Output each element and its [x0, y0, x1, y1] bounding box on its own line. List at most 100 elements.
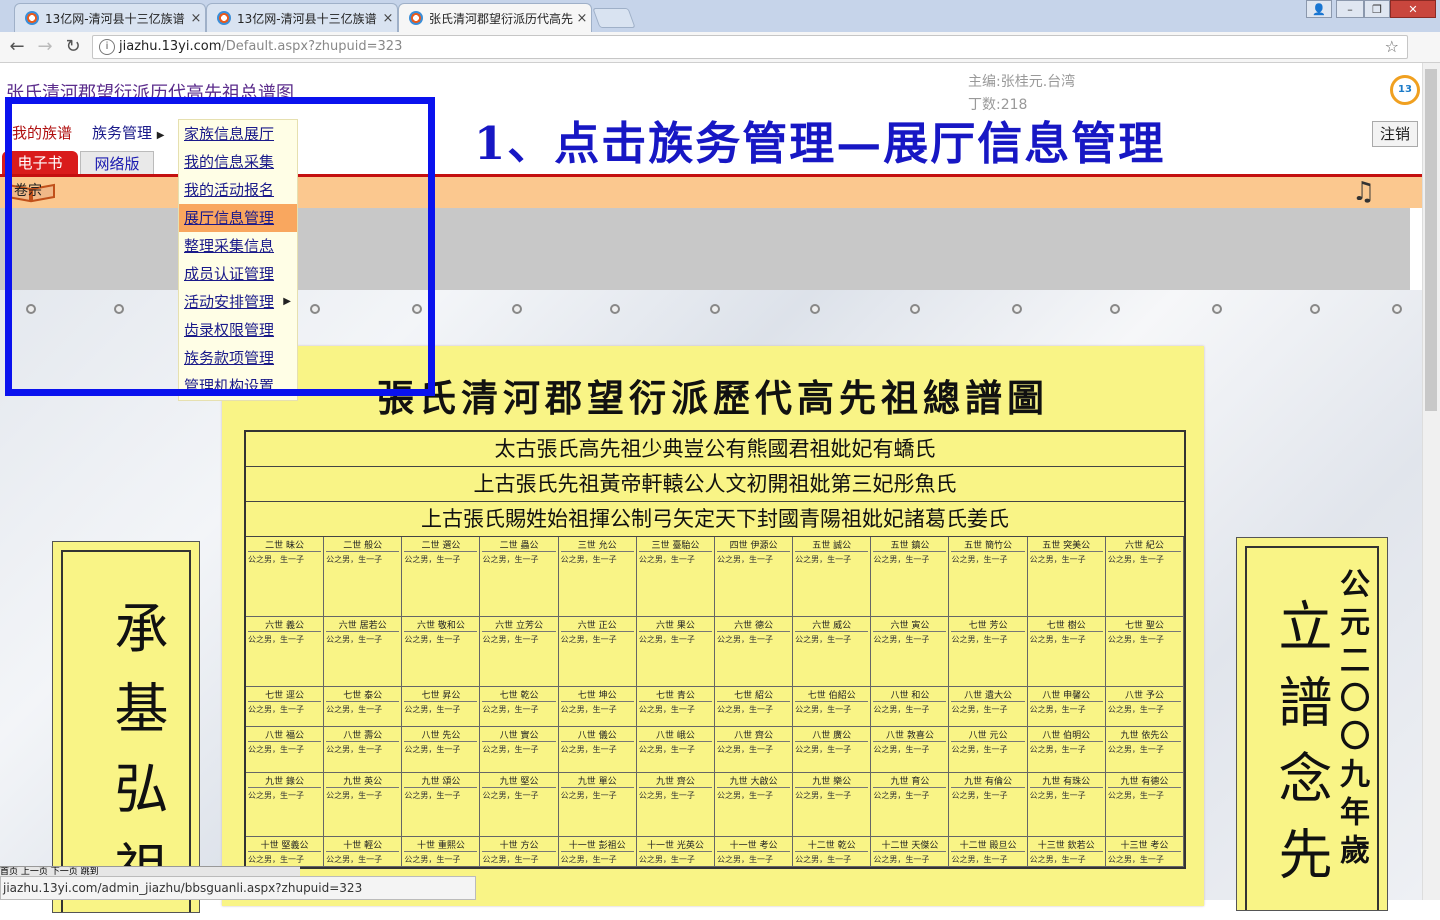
site-favicon-icon [409, 11, 423, 25]
ancestor-cell: 八世 福公 公之男，生一子 [246, 727, 325, 773]
ancestor-cell: 六世 正公 公之男，生一子 [558, 617, 637, 687]
tab-web-version[interactable]: 网络版 [80, 151, 154, 175]
dropdown-item[interactable]: 活动安排管理 ▶ [179, 288, 297, 316]
dropdown-item[interactable]: 族务款项管理 [179, 344, 297, 372]
ancestor-desc: 公之男，生一子 [638, 855, 695, 864]
ancestor-cell: 六世 果公 公之男，生一子 [636, 617, 715, 687]
ancestor-desc: 公之男，生一子 [326, 791, 383, 800]
ancestor-cell: 九世 樂公 公之男，生一子 [793, 773, 872, 837]
browser-tab[interactable]: 13亿网-清河县十三亿族谱 × [206, 3, 398, 32]
dropdown-item[interactable]: 齿录权限管理 [179, 316, 297, 344]
grommet-icon [910, 304, 920, 314]
volume-label[interactable]: 卷宗 [14, 180, 42, 200]
ancestor-cell: 八世 廣公 公之男，生一子 [793, 727, 872, 773]
ancestor-cell: 八世 元公 公之男，生一子 [949, 727, 1028, 773]
ancestor-name: 十世 堅義公 [248, 838, 322, 852]
ancestor-cell: 五世 突美公 公之男，生一子 [1027, 537, 1106, 617]
tab-ebook[interactable]: 电子书 [2, 151, 78, 175]
ancestor-desc: 公之男，生一子 [404, 705, 461, 714]
ancestor-desc: 公之男，生一子 [795, 855, 852, 864]
ancestor-name: 九世 有珠公 [1029, 774, 1103, 788]
ancestor-desc: 公之男，生一子 [1107, 745, 1164, 754]
ancestor-cell: 六世 德公 公之男，生一子 [714, 617, 794, 687]
ancestor-cell: 八世 實公 公之男，生一子 [480, 727, 559, 773]
ancestor-cell: 三世 允公 公之男，生一子 [558, 537, 637, 617]
new-tab-button[interactable] [592, 8, 636, 28]
ancestor-name: 八世 和公 [873, 688, 947, 702]
editor-label: 主编:张桂元.台湾 [968, 74, 1076, 90]
ancestor-desc: 公之男，生一子 [404, 745, 461, 754]
ancestor-desc: 公之男，生一子 [795, 705, 852, 714]
dropdown-item[interactable]: 整理采集信息 [179, 232, 297, 260]
ancestor-cell: 八世 先公 公之男，生一子 [402, 727, 481, 773]
poster-title: 張氏清河郡望衍派歷代高先祖總譜圖 [377, 376, 1049, 420]
maximize-button[interactable]: ❐ [1364, 0, 1390, 18]
close-tab-icon[interactable]: × [379, 11, 397, 26]
grommet-icon [26, 304, 36, 314]
grommet-icon [1110, 304, 1120, 314]
back-arrow-icon[interactable]: ← [6, 36, 28, 58]
close-tab-icon[interactable]: × [187, 11, 205, 26]
ancestor-name: 六世 寅公 [873, 618, 947, 632]
grommet-icon [412, 304, 422, 314]
site-title-link[interactable]: 张氏清河郡望衍派历代高先祖总谱图 [6, 79, 294, 105]
ancestor-name: 二世 蟲公 [482, 538, 556, 552]
reload-icon[interactable]: ↻ [62, 36, 84, 58]
dropdown-item[interactable]: 我的信息采集 [179, 148, 297, 176]
ancestor-desc: 公之男，生一子 [560, 791, 617, 800]
ancestor-name: 八世 元公 [951, 728, 1025, 742]
ancestor-cell: 七世 坤公 公之男，生一子 [558, 687, 637, 727]
forward-arrow-icon[interactable]: → [34, 36, 56, 58]
dropdown-item[interactable]: 展厅信息管理 [179, 204, 297, 232]
ancestor-cell: 十三世 欽若公 公之男，生一子 [1027, 837, 1106, 867]
browser-tab-title: 13亿网-清河县十三亿族谱 [45, 11, 185, 26]
menu-clan-affairs[interactable]: 族务管理 ▶ [92, 119, 165, 147]
dropdown-item[interactable]: 管理机构设置 [179, 372, 297, 400]
ancestor-name: 八世 壽公 [326, 728, 400, 742]
site-info-icon[interactable]: i [99, 39, 115, 55]
grommet-icon [1392, 304, 1402, 314]
address-bar[interactable]: i jiazhu.13yi.com/Default.aspx?zhupuid=3… [92, 35, 1408, 59]
ancestor-name: 十二世 乾公 [795, 838, 869, 852]
bookmark-star-icon[interactable]: ☆ [1385, 36, 1399, 58]
ancestor-cell: 十世 堅義公 公之男，生一子 [246, 837, 325, 867]
ancestor-desc: 公之男，生一子 [716, 555, 773, 564]
vertical-scrollbar[interactable] [1422, 63, 1440, 900]
site-logo-icon[interactable]: 13 [1390, 75, 1420, 105]
ancestor-desc: 公之男，生一子 [873, 635, 930, 644]
genealogy-poster[interactable]: 張氏清河郡望衍派歷代高先祖總譜圖 太古張氏高先祖少典豈公有熊國君祖妣妃有蟜氏 上… [222, 346, 1204, 906]
ancestor-cell: 九世 有德公 公之男，生一子 [1105, 773, 1184, 837]
ancestor-name: 九世 頌公 [404, 774, 478, 788]
dropdown-item[interactable]: 成员认证管理 [179, 260, 297, 288]
close-window-button[interactable]: ✕ [1390, 0, 1436, 18]
ancestor-name: 十二世 天傑公 [873, 838, 947, 852]
ancestor-name: 九世 樂公 [795, 774, 869, 788]
ancestor-desc: 公之男，生一子 [560, 635, 617, 644]
url-path: /Default.aspx?zhupuid=323 [221, 39, 403, 54]
ancestor-desc: 公之男，生一子 [1029, 855, 1086, 864]
profile-icon[interactable]: 👤 [1306, 0, 1332, 18]
minimize-button[interactable]: – [1336, 0, 1364, 18]
ancestor-cell: 三世 臺駘公 公之男，生一子 [636, 537, 715, 617]
ancestor-cell: 六世 義公 公之男，生一子 [246, 617, 325, 687]
ancestor-desc: 公之男，生一子 [873, 855, 930, 864]
ancestor-cell: 九世 育公 公之男，生一子 [871, 773, 950, 837]
music-note-icon[interactable]: ♫ [1352, 178, 1375, 206]
logout-button[interactable]: 注销 [1372, 121, 1418, 147]
dropdown-item-label: 我的活动报名 [184, 181, 275, 199]
browser-tab[interactable]: 13亿网-清河县十三亿族谱 × [14, 3, 206, 32]
ancestor-name: 九世 有德公 [1107, 774, 1181, 788]
ancestor-name: 七世 芳公 [951, 618, 1025, 632]
ancestor-name: 十二世 殿旦公 [951, 838, 1025, 852]
dropdown-item[interactable]: 我的活动报名 [179, 176, 297, 204]
scrollbar-thumb[interactable] [1425, 69, 1437, 411]
browser-tab-active[interactable]: 张氏清河郡望衍派历代高先 × [398, 3, 592, 32]
ancestor-desc: 公之男，生一子 [1029, 705, 1086, 714]
ancestor-desc: 公之男，生一子 [326, 635, 383, 644]
close-tab-icon[interactable]: × [573, 11, 591, 26]
ancestor-cell: 二世 般公 公之男，生一子 [324, 537, 403, 617]
ancestor-name: 三世 允公 [560, 538, 634, 552]
dropdown-item[interactable]: 家族信息展厅 [179, 120, 297, 148]
ancestor-desc: 公之男，生一子 [404, 855, 461, 864]
menu-my-clan[interactable]: 我的族谱 [12, 119, 72, 147]
